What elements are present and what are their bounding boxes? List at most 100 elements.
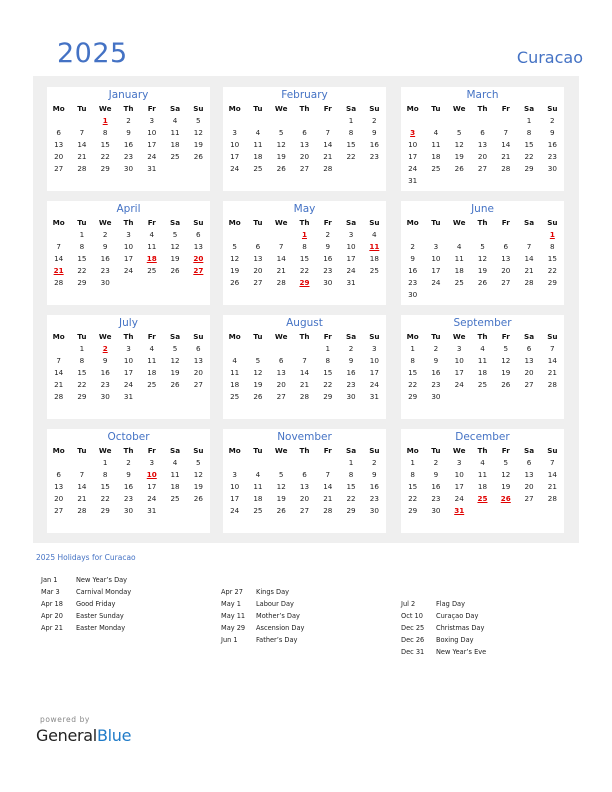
weekday-header-row: Mo Tu We Th Fr Sa Su (223, 330, 386, 342)
day-cell: 13 (524, 469, 534, 479)
month-name: December (455, 431, 510, 443)
day-cell: 14 (276, 253, 286, 263)
month-card-april: April Mo Tu We Th Fr Sa Su 1 2 3 4 5 6 7 8 9 10 11 12 13 14 15… (47, 201, 210, 305)
holiday-entry: Dec 26 Boxing Day (401, 634, 486, 646)
day-cell: 9 (102, 241, 108, 251)
day-cell: 7 (278, 241, 284, 251)
weekday-header-row: Mo Tu We Th Fr Sa Su (223, 102, 386, 114)
day-cell: 1 (79, 229, 85, 239)
month-card-july: July Mo Tu We Th Fr Sa Su 1 2 3 4 5 6 7 8 9 10 11 12 13 14 15 1… (47, 315, 210, 419)
empty-cell (270, 456, 293, 468)
day-cell: 10 (454, 355, 464, 365)
weekday-label: Su (547, 217, 558, 227)
day-cell: 27 (501, 277, 511, 287)
day-cell: 8 (348, 127, 354, 137)
weekday-label: Mo (228, 103, 241, 113)
day-cell: 25 (369, 265, 379, 275)
day-cell: 8 (302, 241, 307, 251)
empty-cell (424, 114, 447, 126)
day-cell: 30 (547, 163, 557, 173)
day-cell: 13 (193, 241, 203, 251)
week-row: 1 2 3 4 5 6 7 (401, 456, 564, 468)
week-row: 26 27 28 29 30 31 (223, 276, 386, 288)
week-row: 15 16 17 18 19 20 21 (401, 366, 564, 378)
day-cell: 12 (501, 469, 511, 479)
day-cell: 4 (172, 457, 178, 467)
day-cell: 12 (501, 355, 511, 365)
day-cell: 28 (276, 277, 286, 287)
month-card-november: November Mo Tu We Th Fr Sa Su 1 2 3 4 5 6 7 8 9 10 11 12 13 1… (223, 429, 386, 533)
empty-cell (47, 456, 70, 468)
day-cell: 10 (454, 469, 464, 479)
holiday-day-cell: 25 (477, 493, 488, 503)
day-cell: 12 (193, 127, 203, 137)
day-cell: 27 (299, 163, 310, 173)
empty-cell (47, 114, 70, 126)
day-cell: 26 (193, 151, 203, 161)
day-cell: 10 (230, 481, 240, 491)
weekday-label: Mo (406, 445, 419, 455)
day-cell: 31 (147, 163, 157, 173)
weekday-label: Th (299, 445, 310, 455)
day-cell: 3 (372, 343, 377, 353)
holiday-date: Apr 21 (41, 624, 63, 632)
week-row: 28 29 30 (47, 276, 210, 288)
weekday-label: We (452, 217, 466, 227)
day-cell: 13 (54, 481, 64, 491)
day-cell: 8 (79, 355, 85, 365)
holiday-entry: Apr 21 Easter Monday (41, 622, 131, 634)
day-cell: 20 (524, 481, 534, 491)
empty-cell (471, 228, 494, 240)
month-name: January (108, 89, 149, 101)
weekday-label: We (98, 331, 112, 341)
week-row: 27 28 29 30 31 (47, 504, 210, 516)
day-cell: 4 (480, 343, 485, 353)
weekday-label: Su (193, 103, 204, 113)
day-cell: 23 (123, 493, 134, 503)
day-cell: 20 (253, 265, 263, 275)
weekday-label: Fr (147, 331, 156, 341)
empty-cell (223, 456, 246, 468)
day-cell: 7 (503, 127, 509, 137)
week-row: 6 7 8 9 10 11 12 (47, 126, 210, 138)
month-table: Mo Tu We Th Fr Sa Su 1 2 3 4 5 6 7 8 9 10 11 12 13 14 15 16 17 1… (223, 330, 386, 402)
day-cell: 6 (56, 469, 61, 479)
day-cell: 26 (230, 277, 240, 287)
day-cell: 28 (323, 163, 333, 173)
weekday-label: We (274, 445, 288, 455)
day-cell: 28 (547, 493, 557, 503)
day-cell: 8 (348, 469, 354, 479)
day-cell: 5 (255, 355, 261, 365)
holiday-column: Jul 2 Flag Day Oct 10 Curaçao Day Dec 25 Chri… (401, 598, 486, 658)
day-cell: 10 (123, 355, 134, 365)
week-row: 4 5 6 7 8 9 10 (223, 354, 386, 366)
day-cell: 10 (346, 241, 356, 251)
empty-cell (517, 390, 540, 402)
day-cell: 28 (54, 277, 64, 287)
empty-cell (494, 504, 517, 516)
day-cell: 4 (480, 457, 485, 467)
weekday-label: Fr (323, 445, 332, 455)
day-cell: 10 (147, 127, 157, 137)
day-cell: 23 (408, 277, 418, 287)
empty-cell (401, 228, 424, 240)
day-cell: 15 (299, 253, 310, 263)
day-cell: 21 (524, 265, 534, 275)
weekday-label: Sa (170, 103, 181, 113)
weekday-label: We (274, 103, 288, 113)
week-row: 24 25 26 27 28 (223, 162, 386, 174)
week-row: 13 14 15 16 17 18 19 (47, 480, 210, 492)
weekday-label: Sa (346, 445, 357, 455)
day-cell: 15 (346, 481, 356, 491)
day-cell: 8 (550, 241, 555, 251)
day-cell: 2 (102, 229, 108, 239)
empty-cell (448, 114, 471, 126)
day-cell: 2 (550, 115, 555, 125)
day-cell: 12 (230, 253, 240, 263)
day-cell: 5 (503, 343, 509, 353)
empty-cell (187, 162, 210, 174)
day-cell: 30 (346, 391, 356, 401)
month-table: Mo Tu We Th Fr Sa Su 1 2 3 4 5 6 7 8 9 10 11 12 13 14 15 16 17 1… (401, 444, 564, 516)
day-cell: 23 (369, 493, 379, 503)
month-table: Mo Tu We Th Fr Sa Su 1 2 3 4 5 6 7 8 9 10 11 12 13 14 15 16 17 1… (401, 330, 564, 402)
